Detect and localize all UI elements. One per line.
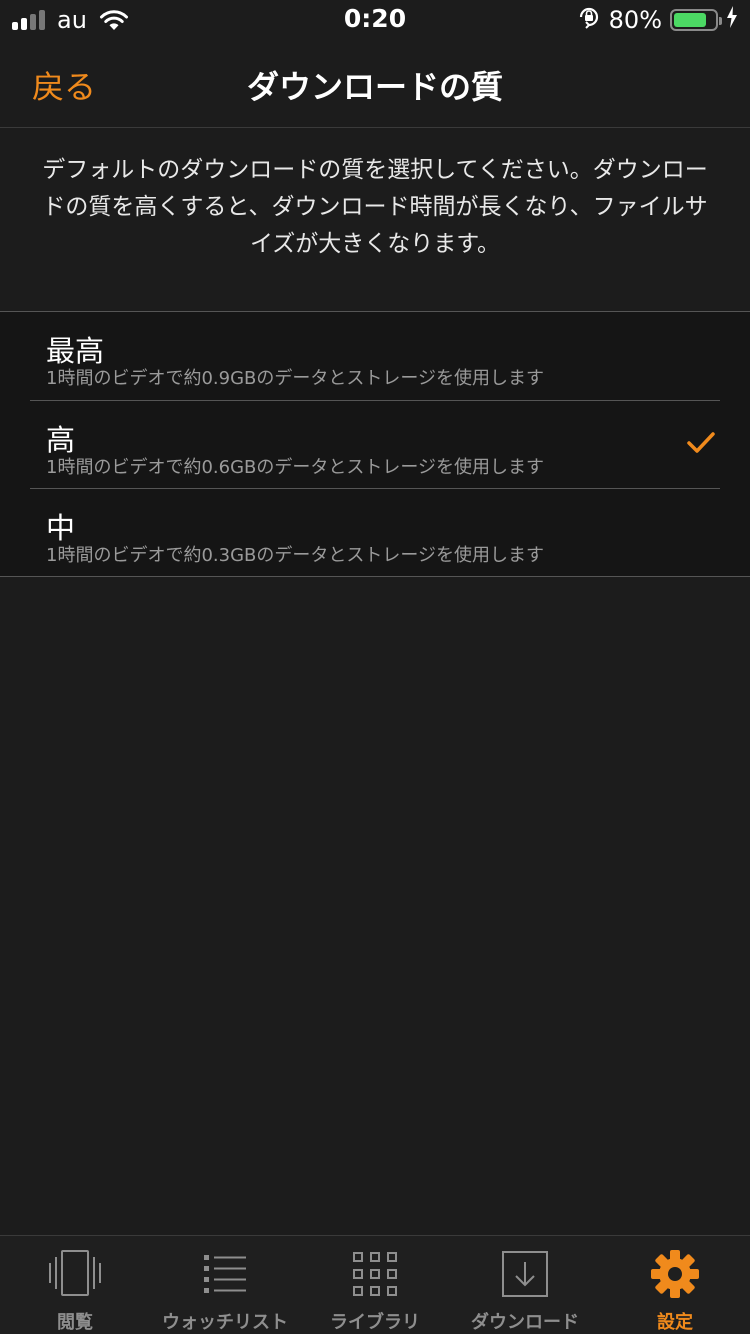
quality-options-list: 最高 1時間のビデオで約0.9GBのデータとストレージを使用します 高 1時間の… [0,311,750,577]
charging-icon [726,6,738,34]
option-high[interactable]: 高 1時間のビデオで約0.6GBのデータとストレージを使用します [30,400,720,488]
list-icon [150,1249,300,1299]
tab-library[interactable]: ライブラリ [300,1236,450,1334]
tab-label: ライブラリ [330,1312,420,1333]
option-subtitle: 1時間のビデオで約0.6GBのデータとストレージを使用します [46,457,545,478]
grid-icon [300,1249,450,1299]
status-right: 80% [577,6,738,34]
battery-tip [719,17,722,25]
battery-percent: 80% [608,6,662,34]
tab-downloads[interactable]: ダウンロード [450,1236,600,1334]
option-subtitle: 1時間のビデオで約0.3GBのデータとストレージを使用します [46,545,545,566]
page-title: ダウンロードの質 [246,68,503,106]
option-subtitle: 1時間のビデオで約0.9GBのデータとストレージを使用します [46,368,545,389]
navigation-bar: 戻る ダウンロードの質 [0,40,750,128]
tab-bar: 閲覧 ウォッチリスト ライブラリ ダウンロード 設定 [0,1235,750,1334]
tab-watchlist[interactable]: ウォッチリスト [150,1236,300,1334]
screen: au 0:20 80% 戻る ダウンロードの質 デフォルトのダウンロードの質を選… [0,0,750,1334]
browse-icon [0,1249,150,1299]
option-best[interactable]: 最高 1時間のビデオで約0.9GBのデータとストレージを使用します [30,312,720,400]
tab-label: ウォッチリスト [162,1312,288,1333]
battery-fill [674,13,706,27]
option-medium[interactable]: 中 1時間のビデオで約0.3GBのデータとストレージを使用します [30,488,720,576]
tab-label: 設定 [657,1312,693,1333]
tab-label: 閲覧 [57,1312,93,1333]
description-text: デフォルトのダウンロードの質を選択してください。ダウンロードの質を高くすると、ダ… [42,157,708,257]
download-icon [450,1249,600,1299]
status-bar: au 0:20 80% [0,0,750,40]
tab-label: ダウンロード [471,1312,579,1333]
battery-icon [670,9,722,31]
gear-icon [600,1249,750,1299]
tab-browse[interactable]: 閲覧 [0,1236,150,1334]
rotation-lock-icon [577,5,601,35]
tab-settings[interactable]: 設定 [600,1236,750,1334]
checkmark-icon [686,431,716,459]
